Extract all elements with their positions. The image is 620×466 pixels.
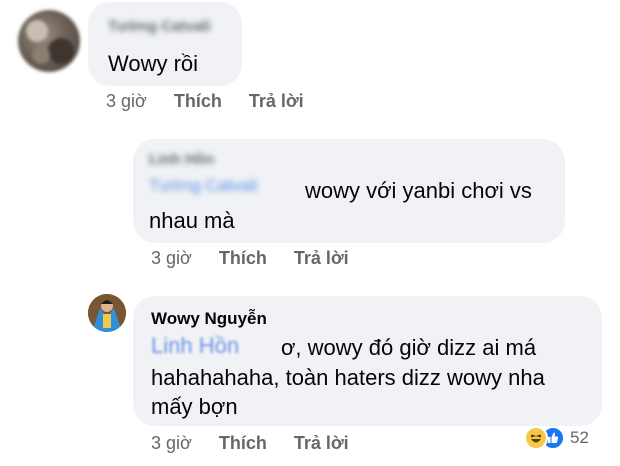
comment-meta: 3 giờ Thích Trả lời	[106, 91, 304, 112]
avatar-image-icon	[88, 294, 126, 332]
comment-text: Wowy rồi	[108, 51, 199, 76]
reaction-summary[interactable]: 52	[524, 425, 589, 451]
reaction-count: 52	[570, 428, 589, 447]
comment-author-name[interactable]: Linh Hồn	[149, 151, 214, 168]
comment-text-line: ơ, wowy đó giờ dizz ai má	[281, 335, 537, 360]
reply-link[interactable]: Trả lời	[249, 91, 304, 111]
comment-meta: 3 giờ Thích Trả lời	[151, 248, 349, 269]
comment-bubble: Wowy Nguyễn Linh Hồn ơ, wowy đó giờ dizz…	[133, 296, 602, 426]
mention-link[interactable]: Linh Hồn	[151, 333, 239, 359]
comment-timestamp[interactable]: 3 giờ	[106, 91, 147, 111]
comment-meta: 3 giờ Thích Trả lời	[151, 433, 349, 454]
comment-text-line: wowy với yanbi chơi vs	[305, 178, 532, 203]
comment-timestamp[interactable]: 3 giờ	[151, 433, 192, 453]
comment-author-name[interactable]: Wowy Nguyễn	[151, 309, 267, 329]
comment-bubble: Tường Catvali Wowy rồi	[88, 2, 242, 86]
comment-timestamp[interactable]: 3 giờ	[151, 248, 192, 268]
like-link[interactable]: Thích	[219, 248, 267, 268]
mention-link[interactable]: Tường Catvali	[149, 176, 258, 196]
haha-icon	[524, 426, 548, 450]
like-link[interactable]: Thích	[219, 433, 267, 453]
comment-author-name[interactable]: Tường Catvali	[108, 18, 210, 35]
comment-text-line: mấy bợn	[151, 394, 238, 419]
reply-link[interactable]: Trả lời	[294, 248, 349, 268]
reply-link[interactable]: Trả lời	[294, 433, 349, 453]
comment-bubble: Linh Hồn Tường Catvali wowy với yanbi ch…	[133, 139, 565, 243]
avatar[interactable]	[18, 10, 80, 72]
comment-text-line: hahahahaha, toàn haters dizz wowy nha	[151, 365, 545, 390]
avatar[interactable]	[88, 294, 126, 332]
comment-text-line: nhau mà	[149, 208, 235, 233]
like-link[interactable]: Thích	[174, 91, 222, 111]
